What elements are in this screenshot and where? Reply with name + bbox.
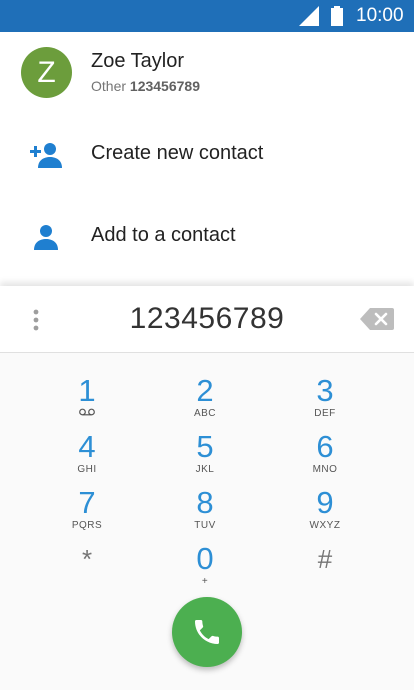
create-new-contact-button[interactable]: Create new contact [0, 114, 414, 196]
add-to-contact-button[interactable]: Add to a contact [0, 196, 414, 278]
key-digit: 7 [78, 485, 96, 520]
key-letters: ABC [193, 408, 217, 419]
key-letters: PQRS [71, 520, 103, 531]
add-person-icon [30, 143, 62, 168]
avatar: Z [21, 47, 72, 98]
key-letters: MNO [312, 464, 338, 475]
call-button[interactable] [172, 597, 242, 667]
contact-name: Zoe Taylor [91, 50, 185, 72]
key-digit: 6 [316, 429, 334, 464]
key-letters: DEF [314, 408, 336, 419]
dial-key-5[interactable]: 5 JKL [155, 430, 255, 486]
key-digit: 2 [196, 373, 214, 408]
key-digit: 5 [196, 429, 214, 464]
key-digit: 8 [196, 485, 214, 520]
voicemail-icon [79, 408, 95, 416]
more-options-icon[interactable] [30, 308, 42, 332]
key-letters: GHI [77, 464, 97, 475]
key-digit: 9 [316, 485, 334, 520]
dial-key-7[interactable]: 7 PQRS [37, 486, 137, 542]
key-letters: JKL [195, 464, 215, 475]
key-digit: 1 [78, 373, 96, 408]
dialed-digits[interactable]: 123456789 [60, 302, 354, 336]
dial-key-3[interactable]: 3 DEF [275, 374, 375, 430]
contact-suggestion[interactable]: Z Zoe Taylor Other 123456789 [0, 32, 414, 114]
suggestion-list: Z Zoe Taylor Other 123456789 Create new … [0, 32, 414, 274]
key-symbol: # [317, 544, 333, 574]
person-icon [34, 225, 58, 250]
status-time: 10:00 [356, 5, 404, 26]
dial-key-6[interactable]: 6 MNO [275, 430, 375, 486]
dial-key-4[interactable]: 4 GHI [37, 430, 137, 486]
phone-type: Other [91, 78, 127, 94]
status-bar: 10:00 [0, 0, 414, 32]
dial-key-0[interactable]: 0 + [155, 542, 255, 598]
dial-key-9[interactable]: 9 WXYZ [275, 486, 375, 542]
key-letters: TUV [194, 520, 216, 531]
backspace-icon[interactable] [360, 308, 394, 330]
dial-key-8[interactable]: 8 TUV [155, 486, 255, 542]
dialpad: 123456789 1 2 ABC 3 DEF 4 GHI 5 JKL 6 MN… [0, 286, 414, 690]
dial-key-pound[interactable]: # [275, 542, 375, 598]
signal-icon [299, 6, 319, 26]
digits-bar: 123456789 [0, 286, 414, 353]
create-new-contact-label: Create new contact [91, 142, 264, 164]
battery-icon [331, 6, 343, 26]
dial-key-1[interactable]: 1 [37, 374, 137, 430]
add-to-contact-label: Add to a contact [91, 224, 236, 246]
key-letters: WXYZ [309, 520, 341, 531]
phone-number: 123456789 [129, 78, 200, 94]
dial-key-2[interactable]: 2 ABC [155, 374, 255, 430]
key-letters: + [201, 576, 209, 587]
key-digit: 4 [78, 429, 96, 464]
contact-phone-line: Other 123456789 [91, 78, 200, 94]
phone-icon [195, 620, 219, 644]
key-digit: 3 [316, 373, 334, 408]
dial-key-star[interactable]: * [37, 542, 137, 598]
key-digit: 0 [196, 541, 214, 576]
key-symbol: * [81, 544, 93, 574]
